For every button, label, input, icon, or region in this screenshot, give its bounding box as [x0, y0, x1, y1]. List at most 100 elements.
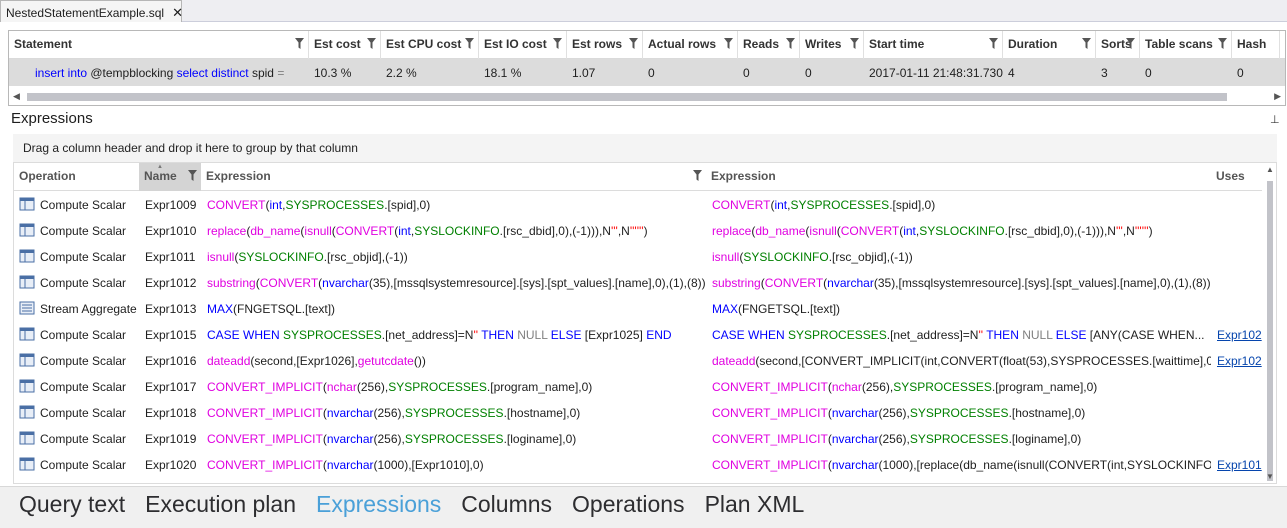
- statements-column-header[interactable]: Writes: [800, 31, 864, 59]
- statements-column-header[interactable]: Est CPU cost: [381, 31, 479, 59]
- statement-value-cell[interactable]: 0: [1232, 59, 1280, 86]
- scroll-thumb[interactable]: [1267, 181, 1273, 481]
- operation-cell[interactable]: Stream Aggregate: [14, 295, 139, 321]
- statement-value-cell[interactable]: 2017-01-11 21:48:31.730: [864, 59, 1003, 86]
- uses-cell[interactable]: Expr102: [1211, 321, 1262, 347]
- table-row[interactable]: Compute Scalar Expr1015 CASE WHEN SYSPROCE…: [14, 321, 1262, 347]
- name-cell[interactable]: Expr1019: [139, 425, 201, 451]
- expression-cell[interactable]: CONVERT_IMPLICIT(nvarchar(1000),[Expr101…: [201, 451, 706, 477]
- filter-icon[interactable]: [1126, 38, 1135, 49]
- name-cell[interactable]: Expr1017: [139, 373, 201, 399]
- statements-column-header[interactable]: Est rows: [567, 31, 643, 59]
- uses-link[interactable]: Expr102: [1217, 354, 1262, 368]
- tab-expressions[interactable]: Expressions: [316, 491, 441, 528]
- expression-cell[interactable]: dateadd(second,[CONVERT_IMPLICIT(int,CON…: [706, 347, 1211, 373]
- statement-value-cell[interactable]: 4: [1003, 59, 1096, 86]
- statements-column-header[interactable]: Table scans: [1140, 31, 1232, 59]
- statement-value-cell[interactable]: 3: [1096, 59, 1140, 86]
- expression-cell[interactable]: CASE WHEN SYSPROCESSES.[net_address]=N''…: [706, 321, 1211, 347]
- statement-value-cell[interactable]: 2.2 %: [381, 59, 479, 86]
- name-cell[interactable]: Expr1015: [139, 321, 201, 347]
- filter-icon[interactable]: [989, 38, 998, 49]
- scroll-up-icon[interactable]: ▲: [1266, 165, 1274, 174]
- statements-column-header[interactable]: Duration: [1003, 31, 1096, 59]
- table-row[interactable]: Compute Scalar Expr1012 substring(CONVERT(…: [14, 269, 1262, 295]
- column-header-expression[interactable]: Expression: [201, 163, 706, 191]
- expression-cell[interactable]: replace(db_name(isnull(CONVERT(int,SYSLO…: [201, 217, 706, 243]
- statements-column-header[interactable]: Statement: [9, 31, 309, 59]
- operation-cell[interactable]: Compute Scalar: [14, 399, 139, 425]
- expression-cell[interactable]: dateadd(second,[Expr1026],getutcdate()): [201, 347, 706, 373]
- expression-cell[interactable]: MAX(FNGETSQL.[text]): [201, 295, 706, 321]
- expression-cell[interactable]: CONVERT_IMPLICIT(nchar(256),SYSPROCESSES…: [201, 373, 706, 399]
- expression-cell[interactable]: CONVERT(int,SYSPROCESSES.[spid],0): [201, 191, 706, 217]
- expression-cell[interactable]: MAX(FNGETSQL.[text]): [706, 295, 1211, 321]
- expression-cell[interactable]: substring(CONVERT(nvarchar(35),[mssqlsys…: [201, 269, 706, 295]
- operation-cell[interactable]: Compute Scalar: [14, 269, 139, 295]
- uses-link[interactable]: Expr102: [1217, 328, 1262, 342]
- name-cell[interactable]: Expr1018: [139, 399, 201, 425]
- statement-value-cell[interactable]: 1.07: [567, 59, 643, 86]
- scroll-right-icon[interactable]: ▶: [1274, 91, 1281, 102]
- expression-cell[interactable]: CONVERT_IMPLICIT(nvarchar(256),SYSPROCES…: [201, 399, 706, 425]
- uses-cell[interactable]: Expr102: [1211, 347, 1262, 373]
- statement-value-cell[interactable]: 10.3 %: [309, 59, 381, 86]
- operation-cell[interactable]: Compute Scalar: [14, 373, 139, 399]
- expression-cell[interactable]: isnull(SYSLOCKINFO.[rsc_objid],(-1)): [201, 243, 706, 269]
- filter-icon[interactable]: [724, 38, 733, 49]
- expression-cell[interactable]: substring(CONVERT(nvarchar(35),[mssqlsys…: [706, 269, 1211, 295]
- uses-link[interactable]: Expr101: [1217, 458, 1262, 472]
- column-header-expression[interactable]: Expression: [706, 163, 1211, 191]
- horizontal-scrollbar[interactable]: ◀ ▶: [9, 89, 1285, 105]
- statement-value-cell[interactable]: 0: [738, 59, 800, 86]
- operation-cell[interactable]: Compute Scalar: [14, 347, 139, 373]
- operation-cell[interactable]: Compute Scalar: [14, 243, 139, 269]
- scroll-left-icon[interactable]: ◀: [13, 91, 20, 102]
- expression-cell[interactable]: CONVERT(int,SYSPROCESSES.[spid],0): [706, 191, 1211, 217]
- filter-icon[interactable]: [1082, 38, 1091, 49]
- statement-text-cell[interactable]: insert into @tempblocking select distinc…: [9, 59, 309, 86]
- table-row[interactable]: Compute Scalar Expr1018 CONVERT_IMPLICIT(n…: [14, 399, 1262, 425]
- filter-icon[interactable]: [850, 38, 859, 49]
- expression-cell[interactable]: CONVERT_IMPLICIT(nvarchar(1000),[replace…: [706, 451, 1211, 477]
- vertical-scrollbar[interactable]: ▲ ▼: [1264, 163, 1276, 483]
- filter-icon[interactable]: [367, 38, 376, 49]
- scroll-thumb[interactable]: [27, 93, 1227, 101]
- name-cell[interactable]: Expr1011: [139, 243, 201, 269]
- close-icon[interactable]: ✕: [172, 5, 183, 21]
- expression-cell[interactable]: isnull(SYSLOCKINFO.[rsc_objid],(-1)): [706, 243, 1211, 269]
- expression-cell[interactable]: CASE WHEN SYSPROCESSES.[net_address]=N''…: [201, 321, 706, 347]
- filter-icon[interactable]: [786, 38, 795, 49]
- filter-icon[interactable]: [295, 38, 304, 49]
- table-row[interactable]: Compute Scalar Expr1019 CONVERT_IMPLICIT(n…: [14, 425, 1262, 451]
- document-tab[interactable]: NestedStatementExample.sql ✕: [0, 0, 183, 22]
- tab-columns[interactable]: Columns: [461, 491, 552, 528]
- statement-value-cell[interactable]: 18.1 %: [479, 59, 567, 86]
- tab-query-text[interactable]: Query text: [19, 491, 125, 528]
- name-cell[interactable]: Expr1016: [139, 347, 201, 373]
- pin-icon[interactable]: ⊥: [1270, 113, 1280, 126]
- operation-cell[interactable]: Compute Scalar: [14, 321, 139, 347]
- statements-column-header[interactable]: Reads: [738, 31, 800, 59]
- table-row[interactable]: Compute Scalar Expr1017 CONVERT_IMPLICIT(n…: [14, 373, 1262, 399]
- operation-cell[interactable]: Compute Scalar: [14, 425, 139, 451]
- table-row[interactable]: Stream Aggregate Expr1013 MAX(FNGETSQL.[te…: [14, 295, 1262, 321]
- name-cell[interactable]: Expr1009: [139, 191, 201, 217]
- statements-column-header[interactable]: Sorts: [1096, 31, 1140, 59]
- expression-cell[interactable]: CONVERT_IMPLICIT(nvarchar(256),SYSPROCES…: [706, 399, 1211, 425]
- operation-cell[interactable]: Compute Scalar: [14, 191, 139, 217]
- expression-cell[interactable]: replace(db_name(isnull(CONVERT(int,SYSLO…: [706, 217, 1211, 243]
- name-cell[interactable]: Expr1010: [139, 217, 201, 243]
- statements-column-header[interactable]: Start time: [864, 31, 1003, 59]
- table-row[interactable]: Compute Scalar Expr1020 CONVERT_IMPLICIT(n…: [14, 451, 1262, 477]
- filter-icon[interactable]: [693, 170, 702, 181]
- statement-row[interactable]: insert into @tempblocking select distinc…: [9, 59, 1285, 86]
- filter-icon[interactable]: [1218, 38, 1227, 49]
- scroll-down-icon[interactable]: ▼: [1266, 472, 1274, 481]
- filter-icon[interactable]: [553, 38, 562, 49]
- name-cell[interactable]: Expr1020: [139, 451, 201, 477]
- column-header-operation[interactable]: Operation: [14, 163, 139, 191]
- table-row[interactable]: Compute Scalar Expr1016 dateadd(second,[Ex…: [14, 347, 1262, 373]
- tab-operations[interactable]: Operations: [572, 491, 685, 528]
- operation-cell[interactable]: Compute Scalar: [14, 451, 139, 477]
